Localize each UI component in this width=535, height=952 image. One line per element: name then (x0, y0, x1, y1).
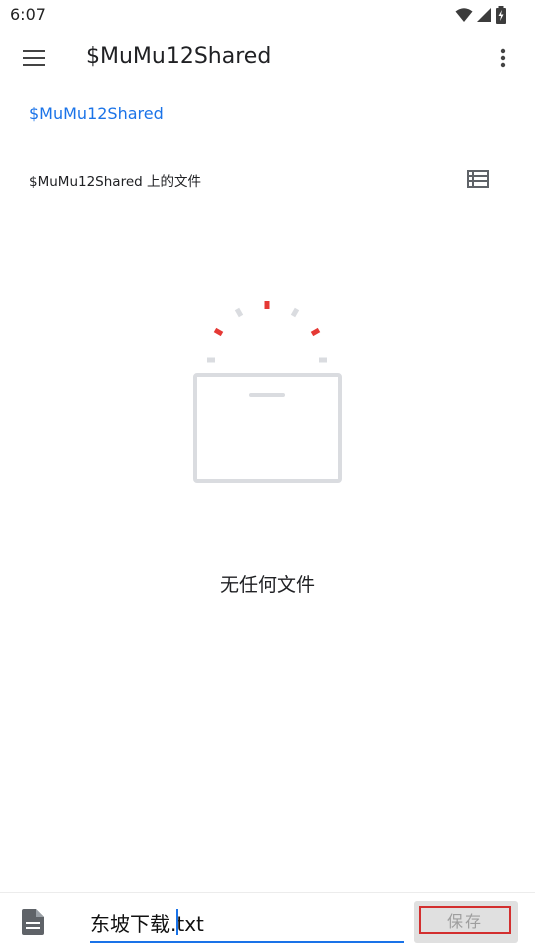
status-time: 6:07 (10, 5, 46, 24)
empty-folder-icon (193, 301, 342, 483)
list-view-icon (467, 170, 489, 188)
save-button[interactable]: 保存 (419, 906, 511, 934)
breadcrumb-current[interactable]: $MuMu12Shared (29, 104, 164, 123)
more-options-button[interactable] (485, 42, 521, 74)
save-button-container: 保存 (414, 901, 518, 943)
cell-signal-icon (477, 8, 491, 22)
status-icons (455, 6, 507, 24)
app-bar: $MuMu12Shared (0, 30, 535, 86)
document-icon (22, 909, 44, 935)
more-vert-icon (500, 48, 506, 68)
filename-field[interactable] (90, 903, 404, 943)
app-title: $MuMu12Shared (86, 44, 272, 69)
status-bar: 6:07 (0, 0, 535, 30)
filename-input[interactable] (90, 907, 400, 937)
save-bar: 保存 (0, 892, 535, 952)
empty-state-message: 无任何文件 (219, 574, 315, 596)
menu-button[interactable] (14, 42, 54, 74)
section-title: $MuMu12Shared 上的文件 (29, 174, 201, 190)
battery-icon (496, 6, 506, 24)
view-toggle-button[interactable] (460, 163, 496, 195)
wifi-icon (455, 8, 473, 22)
hamburger-menu-icon (23, 50, 45, 66)
text-cursor (176, 909, 178, 935)
